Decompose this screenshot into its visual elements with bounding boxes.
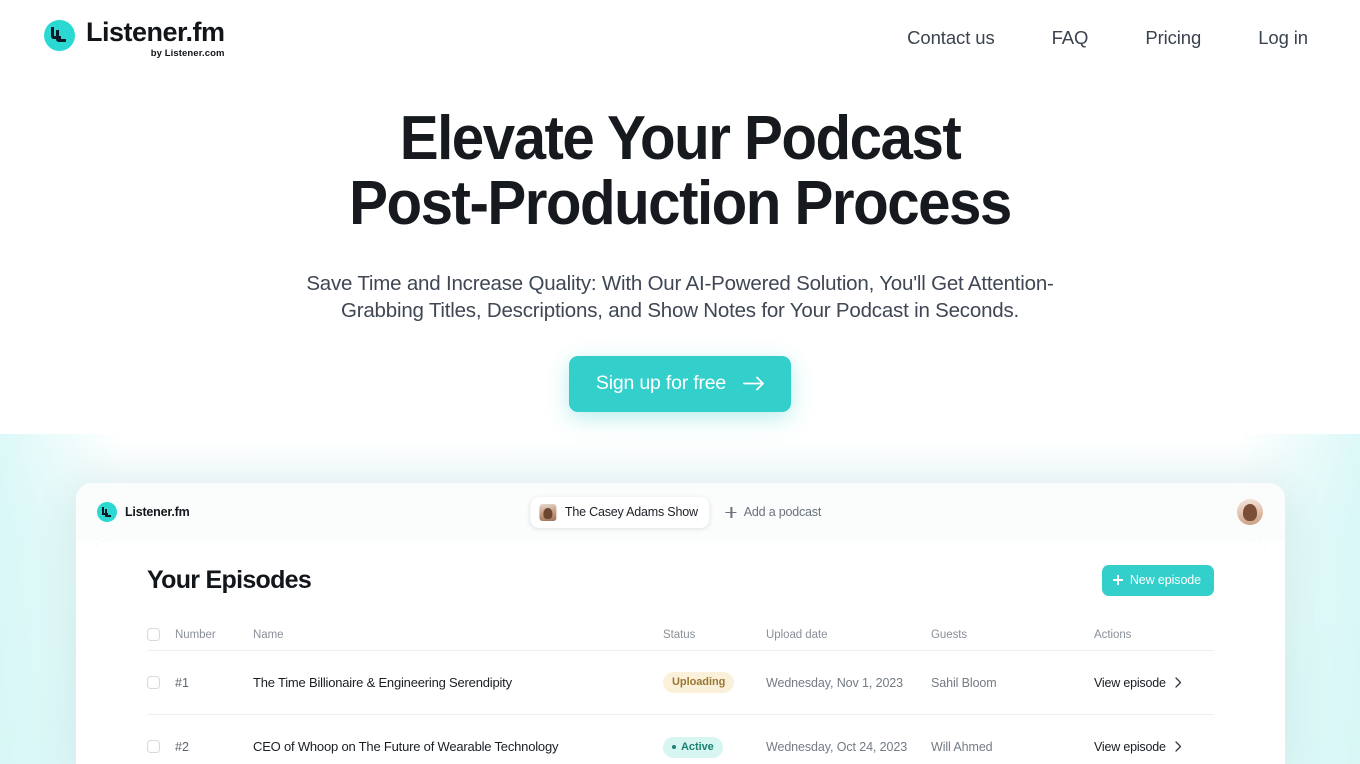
view-episode-link[interactable]: View episode [1094, 676, 1182, 690]
nav-link-contact-us[interactable]: Contact us [907, 27, 995, 49]
landing-page: Listener.fm by Listener.com Contact us F… [0, 0, 1360, 764]
select-all-checkbox[interactable] [147, 628, 160, 641]
hero-section: Elevate Your Podcast Post-Production Pro… [0, 76, 1360, 413]
app-preview-window: Listener.fm The Casey Adams Show Add a p… [76, 483, 1285, 764]
episodes-table: Number Name Status Upload date Guests Ac… [147, 619, 1214, 764]
column-header-actions: Actions [1094, 628, 1132, 641]
podcast-cover-thumbnail-icon [538, 503, 556, 521]
row-checkbox[interactable] [147, 740, 160, 753]
column-header-name: Name [253, 628, 284, 641]
table-header-row: Number Name Status Upload date Guests Ac… [147, 619, 1214, 651]
row-number: #2 [175, 739, 189, 754]
table-row[interactable]: #2 CEO of Whoop on The Future of Wearabl… [147, 715, 1214, 764]
chevron-right-icon [1175, 677, 1182, 688]
arrow-right-icon [743, 376, 765, 391]
table-row[interactable]: #1 The Time Billionaire & Engineering Se… [147, 651, 1214, 715]
brand-tagline: by Listener.com [150, 48, 225, 60]
listener-logo-icon [44, 20, 75, 52]
site-logo[interactable]: Listener.fm by Listener.com [44, 17, 225, 59]
status-badge: Uploading [663, 672, 735, 693]
row-number: #1 [175, 675, 189, 690]
sign-up-for-free-button[interactable]: Sign up for free [568, 356, 792, 413]
nav-links: Contact us FAQ Pricing Log in [907, 27, 1308, 49]
app-logo[interactable]: Listener.fm [97, 502, 190, 522]
view-episode-label: View episode [1094, 739, 1166, 754]
listener-logo-icon [97, 502, 117, 522]
app-brand-name: Listener.fm [125, 505, 190, 519]
nav-link-pricing[interactable]: Pricing [1145, 27, 1201, 49]
view-episode-label: View episode [1094, 675, 1166, 690]
cta-label: Sign up for free [595, 372, 727, 395]
add-a-podcast-button[interactable]: Add a podcast [716, 498, 831, 526]
column-header-number: Number [175, 628, 216, 641]
page-title: Elevate Your Podcast Post-Production Pro… [41, 106, 1319, 236]
column-header-status: Status [663, 628, 696, 641]
new-episode-label: New episode [1129, 573, 1201, 587]
chevron-right-icon [1175, 741, 1182, 752]
panel-header: Your Episodes New episode [114, 541, 1247, 596]
status-badge-label: Uploading [672, 676, 726, 688]
row-upload-date: Wednesday, Oct 24, 2023 [766, 739, 908, 754]
podcast-tab-the-casey-adams-show[interactable]: The Casey Adams Show [529, 496, 710, 528]
podcast-tab-label: The Casey Adams Show [564, 505, 698, 519]
row-episode-name: CEO of Whoop on The Future of Wearable T… [253, 738, 559, 754]
row-episode-name: The Time Billionaire & Engineering Seren… [253, 674, 512, 690]
headline-line-2: Post-Production Process [349, 169, 1012, 239]
status-badge: Active [663, 736, 723, 758]
plus-icon [1112, 575, 1123, 585]
plus-icon [725, 506, 737, 518]
app-top-bar: Listener.fm The Casey Adams Show Add a p… [76, 483, 1285, 541]
row-guests: Sahil Bloom [931, 675, 997, 690]
panel-title: Your Episodes [147, 566, 312, 594]
hero-subheadline: Save Time and Increase Quality: With Our… [306, 272, 1054, 323]
headline-line-1: Elevate Your Podcast [399, 104, 962, 173]
user-avatar[interactable] [1237, 499, 1263, 525]
row-upload-date: Wednesday, Nov 1, 2023 [766, 675, 904, 690]
status-dot-icon [672, 744, 676, 749]
top-navigation-bar: Listener.fm by Listener.com Contact us F… [0, 0, 1360, 76]
column-header-guests: Guests [931, 628, 968, 641]
nav-link-log-in[interactable]: Log in [1258, 27, 1308, 49]
episodes-panel: Your Episodes New episode Number Name St… [95, 541, 1266, 764]
row-guests: Will Ahmed [931, 739, 993, 754]
new-episode-button[interactable]: New episode [1101, 565, 1214, 596]
podcast-tabs: The Casey Adams Show Add a podcast [529, 496, 831, 528]
column-header-upload-date: Upload date [766, 628, 828, 641]
nav-link-faq[interactable]: FAQ [1052, 27, 1089, 49]
brand-name: Listener.fm [86, 17, 225, 48]
status-badge-label: Active [681, 740, 714, 753]
view-episode-link[interactable]: View episode [1094, 740, 1182, 754]
add-podcast-label: Add a podcast [743, 505, 822, 519]
row-checkbox[interactable] [147, 676, 160, 689]
